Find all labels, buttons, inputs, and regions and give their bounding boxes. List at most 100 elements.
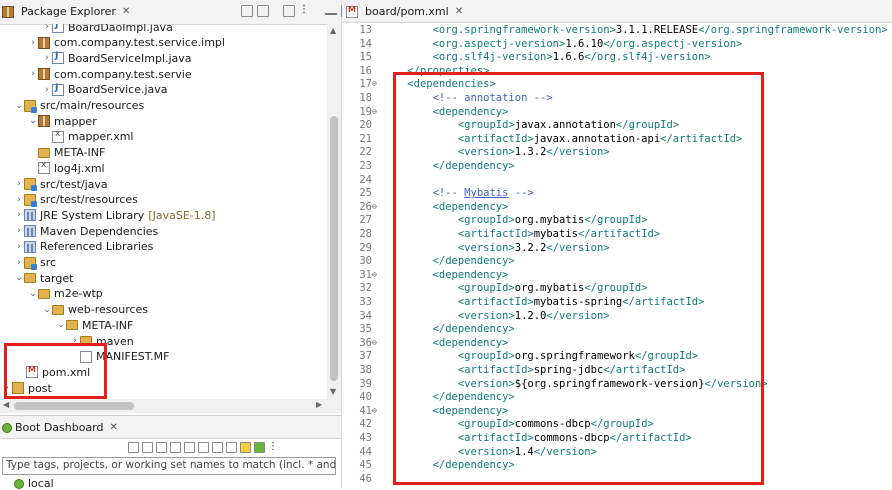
fold-toggle-icon[interactable]: ⊖ [372, 406, 377, 415]
tree-horizontal-scrollbar[interactable]: ◀ ▶ [0, 399, 341, 413]
tree-item[interactable]: › src/test/resources [14, 192, 138, 208]
code-line: </dependency> [432, 160, 515, 172]
tree-item[interactable]: log4j.xml [28, 160, 105, 176]
boot-dashboard-tab[interactable]: Boot Dashboard ✕ [0, 416, 341, 439]
debug-icon[interactable] [142, 441, 153, 453]
tree-item[interactable]: › Maven Dependencies [14, 223, 158, 239]
fold-toggle-icon[interactable]: ⊖ [372, 270, 377, 279]
code-area[interactable]: <org.springframework-version>3.1.1.RELEA… [382, 22, 887, 487]
close-icon[interactable]: ✕ [110, 422, 118, 433]
focus-icon[interactable] [283, 5, 295, 17]
refresh-icon[interactable] [170, 441, 181, 453]
chevron-right-icon[interactable]: › [42, 24, 52, 32]
chevron-down-icon[interactable]: ⌄ [28, 116, 38, 126]
chevron-right-icon[interactable]: › [14, 258, 24, 268]
chevron-right-icon[interactable]: › [70, 336, 80, 346]
code-line: </dependency> [432, 459, 515, 472]
open-browser-icon[interactable] [184, 441, 195, 453]
tree-item[interactable]: ⌄ mapper [28, 113, 97, 129]
tree-vertical-scrollbar[interactable]: ▲ ▼ [327, 24, 341, 399]
lightbulb-icon[interactable] [240, 441, 251, 453]
chevron-right-icon[interactable]: › [14, 242, 24, 252]
tree-item[interactable]: › post [2, 380, 52, 396]
chevron-right-icon[interactable]: › [28, 38, 38, 48]
spring-boot-icon [2, 422, 12, 433]
collapse-all-icon[interactable] [241, 5, 253, 17]
tree-item[interactable]: MANIFEST.MF [70, 349, 169, 365]
fold-toggle-icon[interactable]: ⊖ [372, 107, 377, 116]
line-number: 37 [359, 350, 372, 363]
tree-item[interactable]: ⌄ target [14, 270, 73, 286]
chevron-right-icon[interactable]: › [14, 195, 24, 205]
fold-toggle-icon[interactable]: ⊖ [372, 79, 377, 88]
link-with-editor-icon[interactable] [257, 5, 269, 17]
editor-tab[interactable]: board/pom.xml ✕ [342, 0, 892, 23]
code-line: <org.springframework-version>3.1.1.RELEA… [432, 24, 887, 36]
scroll-up-icon[interactable]: ▲ [330, 26, 336, 35]
tree-item[interactable]: META-INF [28, 145, 105, 161]
tree-item[interactable]: › com.company.test.servie [28, 66, 191, 82]
tree-item-label: BoardServiceImpl.java [68, 51, 192, 65]
tree-item-label: target [40, 271, 74, 285]
line-number: 29 [359, 241, 372, 254]
code-line: <artifactId>commons-dbcp</artifactId> [457, 432, 692, 444]
view-menu-icon[interactable]: ⋮ [299, 5, 311, 17]
chevron-down-icon[interactable]: ⌄ [28, 289, 38, 299]
line-number: 44 [359, 445, 372, 458]
tree-item[interactable]: › BoardDaoImpl.java [42, 24, 173, 35]
package-explorer-tab[interactable]: Package Explorer ✕ ⋮ [0, 0, 353, 25]
tree-item[interactable]: pom.xml [16, 364, 90, 380]
scroll-right-icon[interactable]: ▶ [316, 400, 322, 409]
chevron-right-icon[interactable]: › [42, 53, 52, 63]
tree-item[interactable]: › src [14, 255, 56, 271]
library-icon [24, 225, 36, 238]
code-line: <version>3.2.2</version> [457, 241, 610, 254]
console-icon[interactable] [198, 441, 209, 453]
editor-tab-title: board/pom.xml [365, 5, 449, 18]
scrollbar-thumb[interactable] [14, 402, 134, 410]
fold-toggle-icon[interactable]: ⊖ [372, 202, 377, 211]
chevron-right-icon[interactable]: › [14, 210, 24, 220]
properties-icon[interactable] [212, 441, 223, 453]
chevron-right-icon[interactable]: › [28, 69, 38, 79]
chevron-down-icon[interactable]: ⌄ [14, 101, 24, 111]
tree-item[interactable]: › maven [70, 333, 134, 349]
chevron-down-icon[interactable]: ⌄ [42, 305, 52, 315]
tree-item[interactable]: ⌄ m2e-wtp [28, 286, 103, 302]
view-menu-icon[interactable]: ⋮ [268, 441, 279, 453]
tree-item[interactable]: ⌄ web-resources [42, 302, 148, 318]
tree-item[interactable]: ⌄ src/main/resources [14, 98, 144, 114]
tree-item[interactable]: mapper.xml [42, 129, 133, 145]
minimize-icon[interactable] [325, 7, 337, 15]
edit-icon[interactable] [226, 441, 237, 453]
java-file-icon [52, 83, 64, 96]
chevron-down-icon[interactable]: ⌄ [14, 273, 24, 283]
close-icon[interactable]: ✕ [122, 6, 130, 17]
tree-item[interactable]: › BoardServiceImpl.java [42, 50, 192, 66]
tree-item[interactable]: ⌄ META-INF [56, 317, 133, 333]
start-icon[interactable] [128, 441, 139, 453]
scrollbar-thumb[interactable] [330, 116, 338, 381]
tree-item[interactable]: › com.company.test.service.impl [28, 35, 225, 51]
close-icon[interactable]: ✕ [455, 6, 463, 17]
library-icon [24, 240, 36, 253]
stop-icon[interactable] [156, 441, 167, 453]
code-line: <artifactId>mybatis-spring</artifactId> [457, 296, 705, 308]
tree-item[interactable]: › src/test/java [14, 176, 108, 192]
chevron-right-icon[interactable]: › [42, 85, 52, 95]
folder-icon [38, 288, 50, 299]
chevron-down-icon[interactable]: ⌄ [56, 320, 66, 330]
filter-input[interactable]: Type tags, projects, or working set name… [2, 457, 336, 475]
tree-item[interactable]: › JRE System Library [JavaSE-1.8] [14, 207, 215, 223]
scroll-down-icon[interactable]: ▼ [330, 387, 336, 396]
tree-item[interactable]: › BoardService.java [42, 82, 167, 98]
add-icon[interactable] [254, 441, 265, 453]
local-target-item[interactable]: local [14, 477, 54, 490]
chevron-right-icon[interactable]: › [14, 226, 24, 236]
package-icon [38, 68, 50, 81]
scroll-left-icon[interactable]: ◀ [3, 400, 9, 409]
chevron-right-icon[interactable]: › [2, 383, 12, 393]
tree-item[interactable]: › Referenced Libraries [14, 239, 153, 255]
fold-toggle-icon[interactable]: ⊖ [372, 338, 377, 347]
chevron-right-icon[interactable]: › [14, 179, 24, 189]
